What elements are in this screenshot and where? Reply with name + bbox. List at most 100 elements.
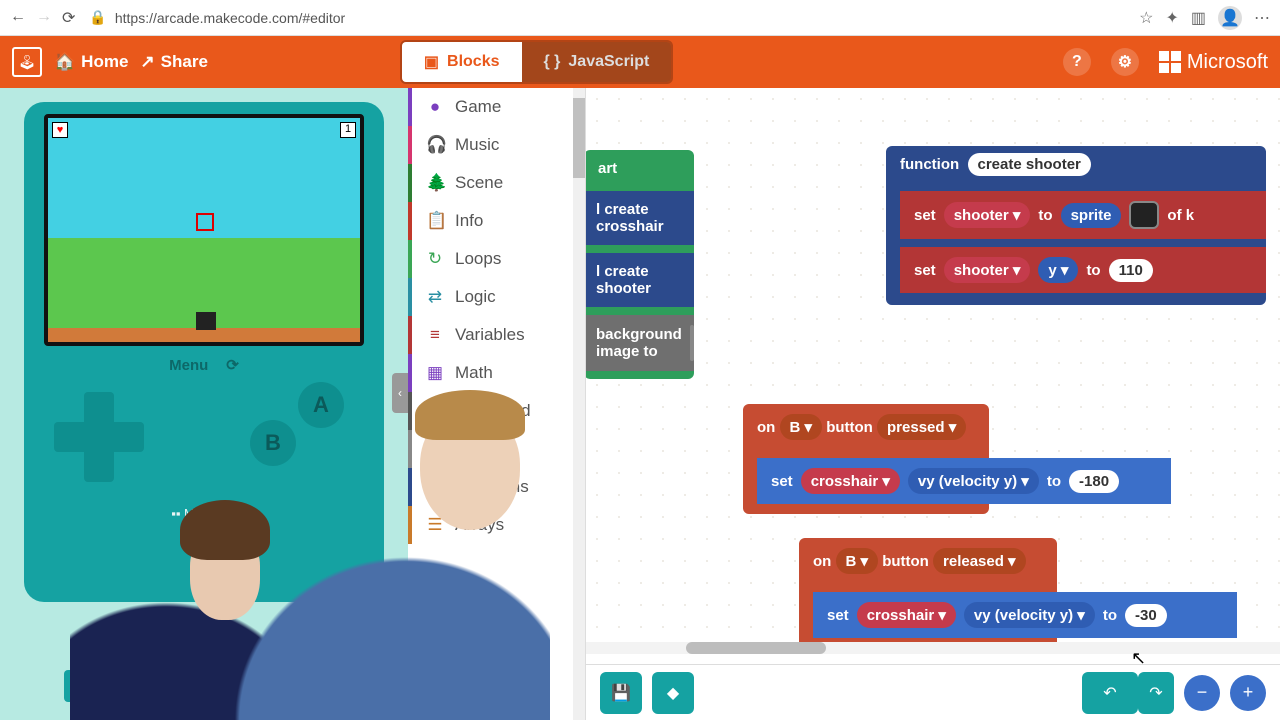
- category-icon: ≡: [426, 325, 444, 345]
- github-button[interactable]: ◆: [652, 672, 694, 714]
- arcade-logo-icon[interactable]: 🕹: [12, 47, 42, 77]
- stop-button[interactable]: ■: [64, 670, 100, 702]
- forward-icon: →: [36, 8, 52, 28]
- category-label: Advanced: [455, 401, 531, 421]
- shooter-var-dropdown[interactable]: shooter ▾: [944, 202, 1031, 228]
- star-icon[interactable]: ☆: [1139, 8, 1153, 28]
- category-icon: ⇄: [426, 287, 444, 307]
- category-icon: ●: [426, 97, 444, 117]
- cat-scrollbar[interactable]: [573, 88, 585, 720]
- settings-button[interactable]: ⚙: [1111, 48, 1139, 76]
- microsoft-logo: Microsoft: [1159, 51, 1268, 74]
- address-bar[interactable]: https://arcade.makecode.com/#editor: [115, 10, 345, 26]
- keyboard-icon[interactable]: ⌨: [144, 670, 180, 702]
- tab-blocks[interactable]: ▣Blocks: [402, 42, 522, 82]
- fullscreen-button[interactable]: ⛶: [224, 670, 260, 702]
- on-b-released-block[interactable]: on B ▾ button released ▾ set crosshair ▾…: [799, 538, 1057, 648]
- category-icon: 🌲: [426, 173, 444, 193]
- category-arrays[interactable]: ☰ Arrays: [408, 506, 585, 544]
- browser-chrome: ← → ⟳ 🔒 https://arcade.makecode.com/#edi…: [0, 0, 1280, 36]
- zoom-in-button[interactable]: +: [1230, 675, 1266, 711]
- editor-toggle: ▣Blocks { }JavaScript: [400, 40, 673, 84]
- category-math[interactable]: ▦ Math: [408, 354, 585, 392]
- profile-avatar[interactable]: 👤: [1218, 6, 1242, 30]
- blocks-icon: ▣: [424, 52, 439, 72]
- category-label: Variables: [455, 325, 525, 345]
- debug-button[interactable]: ▸: [104, 670, 140, 702]
- save-button[interactable]: 💾: [600, 672, 642, 714]
- dpad[interactable]: [54, 392, 144, 482]
- sim-toolbar: ■ ▸ ⌨ 📷 ⛶: [64, 670, 260, 702]
- sim-restart-icon[interactable]: ⟳: [226, 356, 239, 374]
- favorites-icon[interactable]: ✦: [1165, 8, 1178, 28]
- category-label: Functions: [455, 477, 529, 497]
- category-logic[interactable]: ⇄Logic: [408, 278, 585, 316]
- editor-bottom-bar: 💾 ◆ ↶ ↷ − +: [586, 664, 1280, 720]
- category-label: Music: [455, 135, 499, 155]
- share-button[interactable]: ↗Share: [140, 52, 208, 72]
- tab-javascript[interactable]: { }JavaScript: [522, 42, 672, 82]
- category-advanced[interactable]: ▾ Advanced: [408, 392, 585, 430]
- category-scene[interactable]: 🌲 Scene: [408, 164, 585, 202]
- game-screen[interactable]: ♥ 1: [44, 114, 364, 346]
- category-icon: ↻: [426, 249, 444, 269]
- crosshair-sprite: [196, 213, 214, 231]
- category-variables[interactable]: ≡ Variables: [408, 316, 585, 354]
- category-label: Math: [455, 363, 493, 383]
- share-icon: ↗: [140, 52, 154, 72]
- background-image-slot[interactable]: [690, 325, 694, 361]
- collapse-toolbox-button[interactable]: ‹: [392, 373, 408, 413]
- category-music[interactable]: 🎧 Music: [408, 126, 585, 164]
- lives-indicator: ♥: [52, 122, 68, 138]
- category-images[interactable]: 🖼 Images: [408, 430, 585, 468]
- on-start-block[interactable]: art l create crosshair l create shooter …: [586, 150, 694, 379]
- home-icon: 🏠: [54, 52, 75, 72]
- category-label: Scene: [455, 173, 503, 193]
- category-icon: ƒ: [426, 477, 444, 497]
- category-icon: ☰: [426, 515, 444, 535]
- category-info[interactable]: 📋 Info: [408, 202, 585, 240]
- redo-button[interactable]: ↷: [1138, 672, 1174, 714]
- category-label: Arrays: [455, 515, 504, 535]
- shooter-var-dropdown-2[interactable]: shooter ▾: [944, 257, 1031, 283]
- collections-icon[interactable]: ▥: [1191, 8, 1206, 28]
- back-icon[interactable]: ←: [10, 8, 26, 28]
- category-icon: 🎧: [426, 135, 444, 155]
- a-button[interactable]: A: [298, 382, 344, 428]
- category-label: Images: [455, 439, 511, 459]
- screenshot-button[interactable]: 📷: [184, 670, 220, 702]
- category-loops[interactable]: ↻ Loops: [408, 240, 585, 278]
- simulator-pane: ♥ 1 Menu ⟳ A B ▪▪ Microsoft ■ ▸ ⌨ 📷 ⛶: [0, 88, 408, 720]
- sim-menu-button[interactable]: Menu: [169, 357, 208, 374]
- player-sprite: [196, 312, 216, 330]
- category-icon: 🖼: [426, 439, 444, 459]
- category-icon: 📋: [426, 211, 444, 231]
- category-functions[interactable]: ƒ Functions: [408, 468, 585, 506]
- undo-button[interactable]: ↶: [1082, 672, 1138, 714]
- zoom-out-button[interactable]: −: [1184, 675, 1220, 711]
- help-button[interactable]: ?: [1063, 48, 1091, 76]
- more-icon[interactable]: ⋯: [1254, 8, 1270, 28]
- app-header: 🕹 🏠Home ↗Share ▣Blocks { }JavaScript ? ⚙…: [0, 36, 1280, 88]
- category-icon: ▦: [426, 363, 444, 383]
- category-icon: ▾: [426, 401, 444, 421]
- code-icon: { }: [544, 53, 561, 71]
- mouse-cursor: ↖: [1131, 648, 1146, 669]
- b-button[interactable]: B: [250, 420, 296, 466]
- category-label: Game: [455, 97, 501, 117]
- refresh-icon[interactable]: ⟳: [62, 8, 75, 28]
- blocks-canvas[interactable]: art l create crosshair l create shooter …: [586, 88, 1280, 720]
- sprite-image-slot[interactable]: [1129, 201, 1159, 229]
- category-label: Info: [455, 211, 483, 231]
- sim-footer: ▪▪ Microsoft: [36, 506, 372, 521]
- lock-icon: 🔒: [89, 9, 106, 26]
- block-categories: ‹ ●Game🎧Music🌲Scene📋Info↻Loops⇄Logic≡Var…: [408, 88, 586, 720]
- category-game[interactable]: ● Game: [408, 88, 585, 126]
- canvas-h-scrollbar[interactable]: [586, 642, 1280, 654]
- home-button[interactable]: 🏠Home: [54, 52, 128, 72]
- function-create-shooter[interactable]: function create shooter set shooter ▾ to…: [886, 146, 1266, 305]
- score-indicator: 1: [340, 122, 356, 138]
- simulator-device: ♥ 1 Menu ⟳ A B ▪▪ Microsoft: [24, 102, 384, 602]
- category-label: Loops: [455, 249, 501, 269]
- on-b-pressed-block[interactable]: on B ▾ button pressed ▾ set crosshair ▾ …: [743, 404, 989, 514]
